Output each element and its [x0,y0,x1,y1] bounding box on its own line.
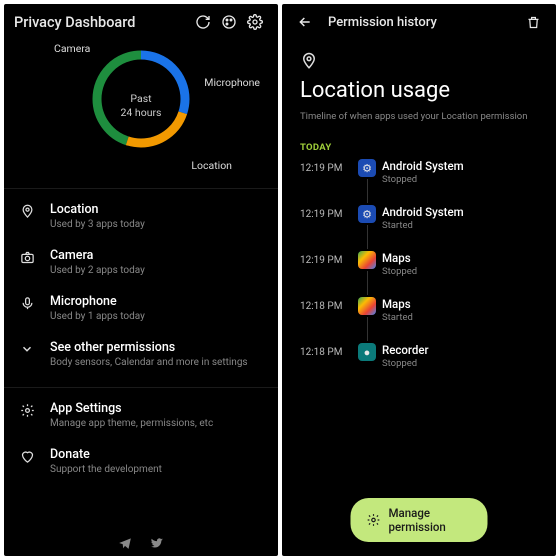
button-label: Manage permission [389,506,472,534]
location-icon [18,202,36,219]
row-title: Microphone [50,294,145,309]
event-time: 12:19 PM [300,251,352,266]
heading-sub: Timeline of when apps used your Location… [300,111,538,122]
row-title: See other permissions [50,340,248,355]
app-icon [358,297,376,315]
event-status: Started [382,312,413,323]
timeline-row[interactable]: 12:18 PM ● RecorderStopped [300,343,538,389]
row-other-permissions[interactable]: See other permissions Body sensors, Cale… [4,331,278,377]
app-icon: ⚙ [358,205,376,223]
app-icon: ⚙ [358,159,376,177]
row-sub: Body sensors, Calendar and more in setti… [50,357,248,368]
heading: Location usage [300,78,538,103]
chart-label-camera: Camera [54,42,90,55]
palette-icon[interactable] [216,9,242,35]
camera-icon [18,248,36,265]
row-title: Location [50,202,145,217]
gear-icon [18,401,36,418]
chart-label-microphone: Microphone [204,76,260,89]
right-topbar: Permission history [282,4,556,40]
row-microphone[interactable]: Microphone Used by 1 apps today [4,285,278,331]
timeline-row[interactable]: 12:18 PM MapsStarted [300,297,538,343]
event-status: Stopped [382,266,417,277]
event-app: Maps [382,297,413,311]
row-location[interactable]: Location Used by 3 apps today [4,193,278,239]
chart-center-line1: Past [56,92,226,106]
row-sub: Manage app theme, permissions, etc [50,418,213,429]
usage-donut: Past 24 hours Camera Microphone Location [4,40,278,178]
header-block: Location usage Timeline of when apps use… [282,40,556,132]
heart-icon [18,447,36,464]
timeline-row[interactable]: 12:19 PM ⚙ Android SystemStopped [300,159,538,205]
chart-center-line2: 24 hours [56,106,226,120]
left-topbar: Privacy Dashboard [4,4,278,40]
event-app: Android System [382,205,464,219]
row-sub: Used by 2 apps today [50,265,145,276]
chevron-down-icon [18,340,36,356]
microphone-icon [18,294,36,311]
page-title: Privacy Dashboard [14,14,190,31]
bottom-social [4,536,278,550]
row-sub: Support the development [50,464,162,475]
back-icon[interactable] [292,9,318,35]
app-icon [358,251,376,269]
row-camera[interactable]: Camera Used by 2 apps today [4,239,278,285]
chart-label-location: Location [191,159,232,172]
event-time: 12:18 PM [300,297,352,312]
divider [4,387,278,388]
app-icon: ● [358,343,376,361]
event-status: Started [382,220,464,231]
event-app: Maps [382,251,417,265]
today-label: TODAY [282,132,556,159]
telegram-icon[interactable] [118,536,132,550]
privacy-dashboard-panel: Privacy Dashboard Past 24 hours Camera M… [4,4,278,556]
row-donate[interactable]: Donate Support the development [4,438,278,484]
gear-icon [367,513,381,527]
event-app: Android System [382,159,464,173]
row-title: Donate [50,447,162,462]
twitter-icon[interactable] [150,536,164,550]
row-app-settings[interactable]: App Settings Manage app theme, permissio… [4,392,278,438]
manage-permission-button[interactable]: Manage permission [351,498,488,542]
row-sub: Used by 1 apps today [50,311,145,322]
row-sub: Used by 3 apps today [50,219,145,230]
timeline-row[interactable]: 12:19 PM ⚙ Android SystemStarted [300,205,538,251]
event-time: 12:18 PM [300,343,352,358]
settings-icon[interactable] [242,9,268,35]
event-status: Stopped [382,174,464,185]
timeline: 12:19 PM ⚙ Android SystemStopped 12:19 P… [282,159,556,389]
page-title: Permission history [328,15,510,30]
row-title: App Settings [50,401,213,416]
event-status: Stopped [382,358,429,369]
event-app: Recorder [382,343,429,357]
event-time: 12:19 PM [300,205,352,220]
divider [4,188,278,189]
event-time: 12:19 PM [300,159,352,174]
delete-icon[interactable] [520,9,546,35]
row-title: Camera [50,248,145,263]
timeline-row[interactable]: 12:19 PM MapsStopped [300,251,538,297]
refresh-icon[interactable] [190,9,216,35]
location-pin-icon [300,52,538,70]
permission-history-panel: Permission history Location usage Timeli… [282,4,556,556]
